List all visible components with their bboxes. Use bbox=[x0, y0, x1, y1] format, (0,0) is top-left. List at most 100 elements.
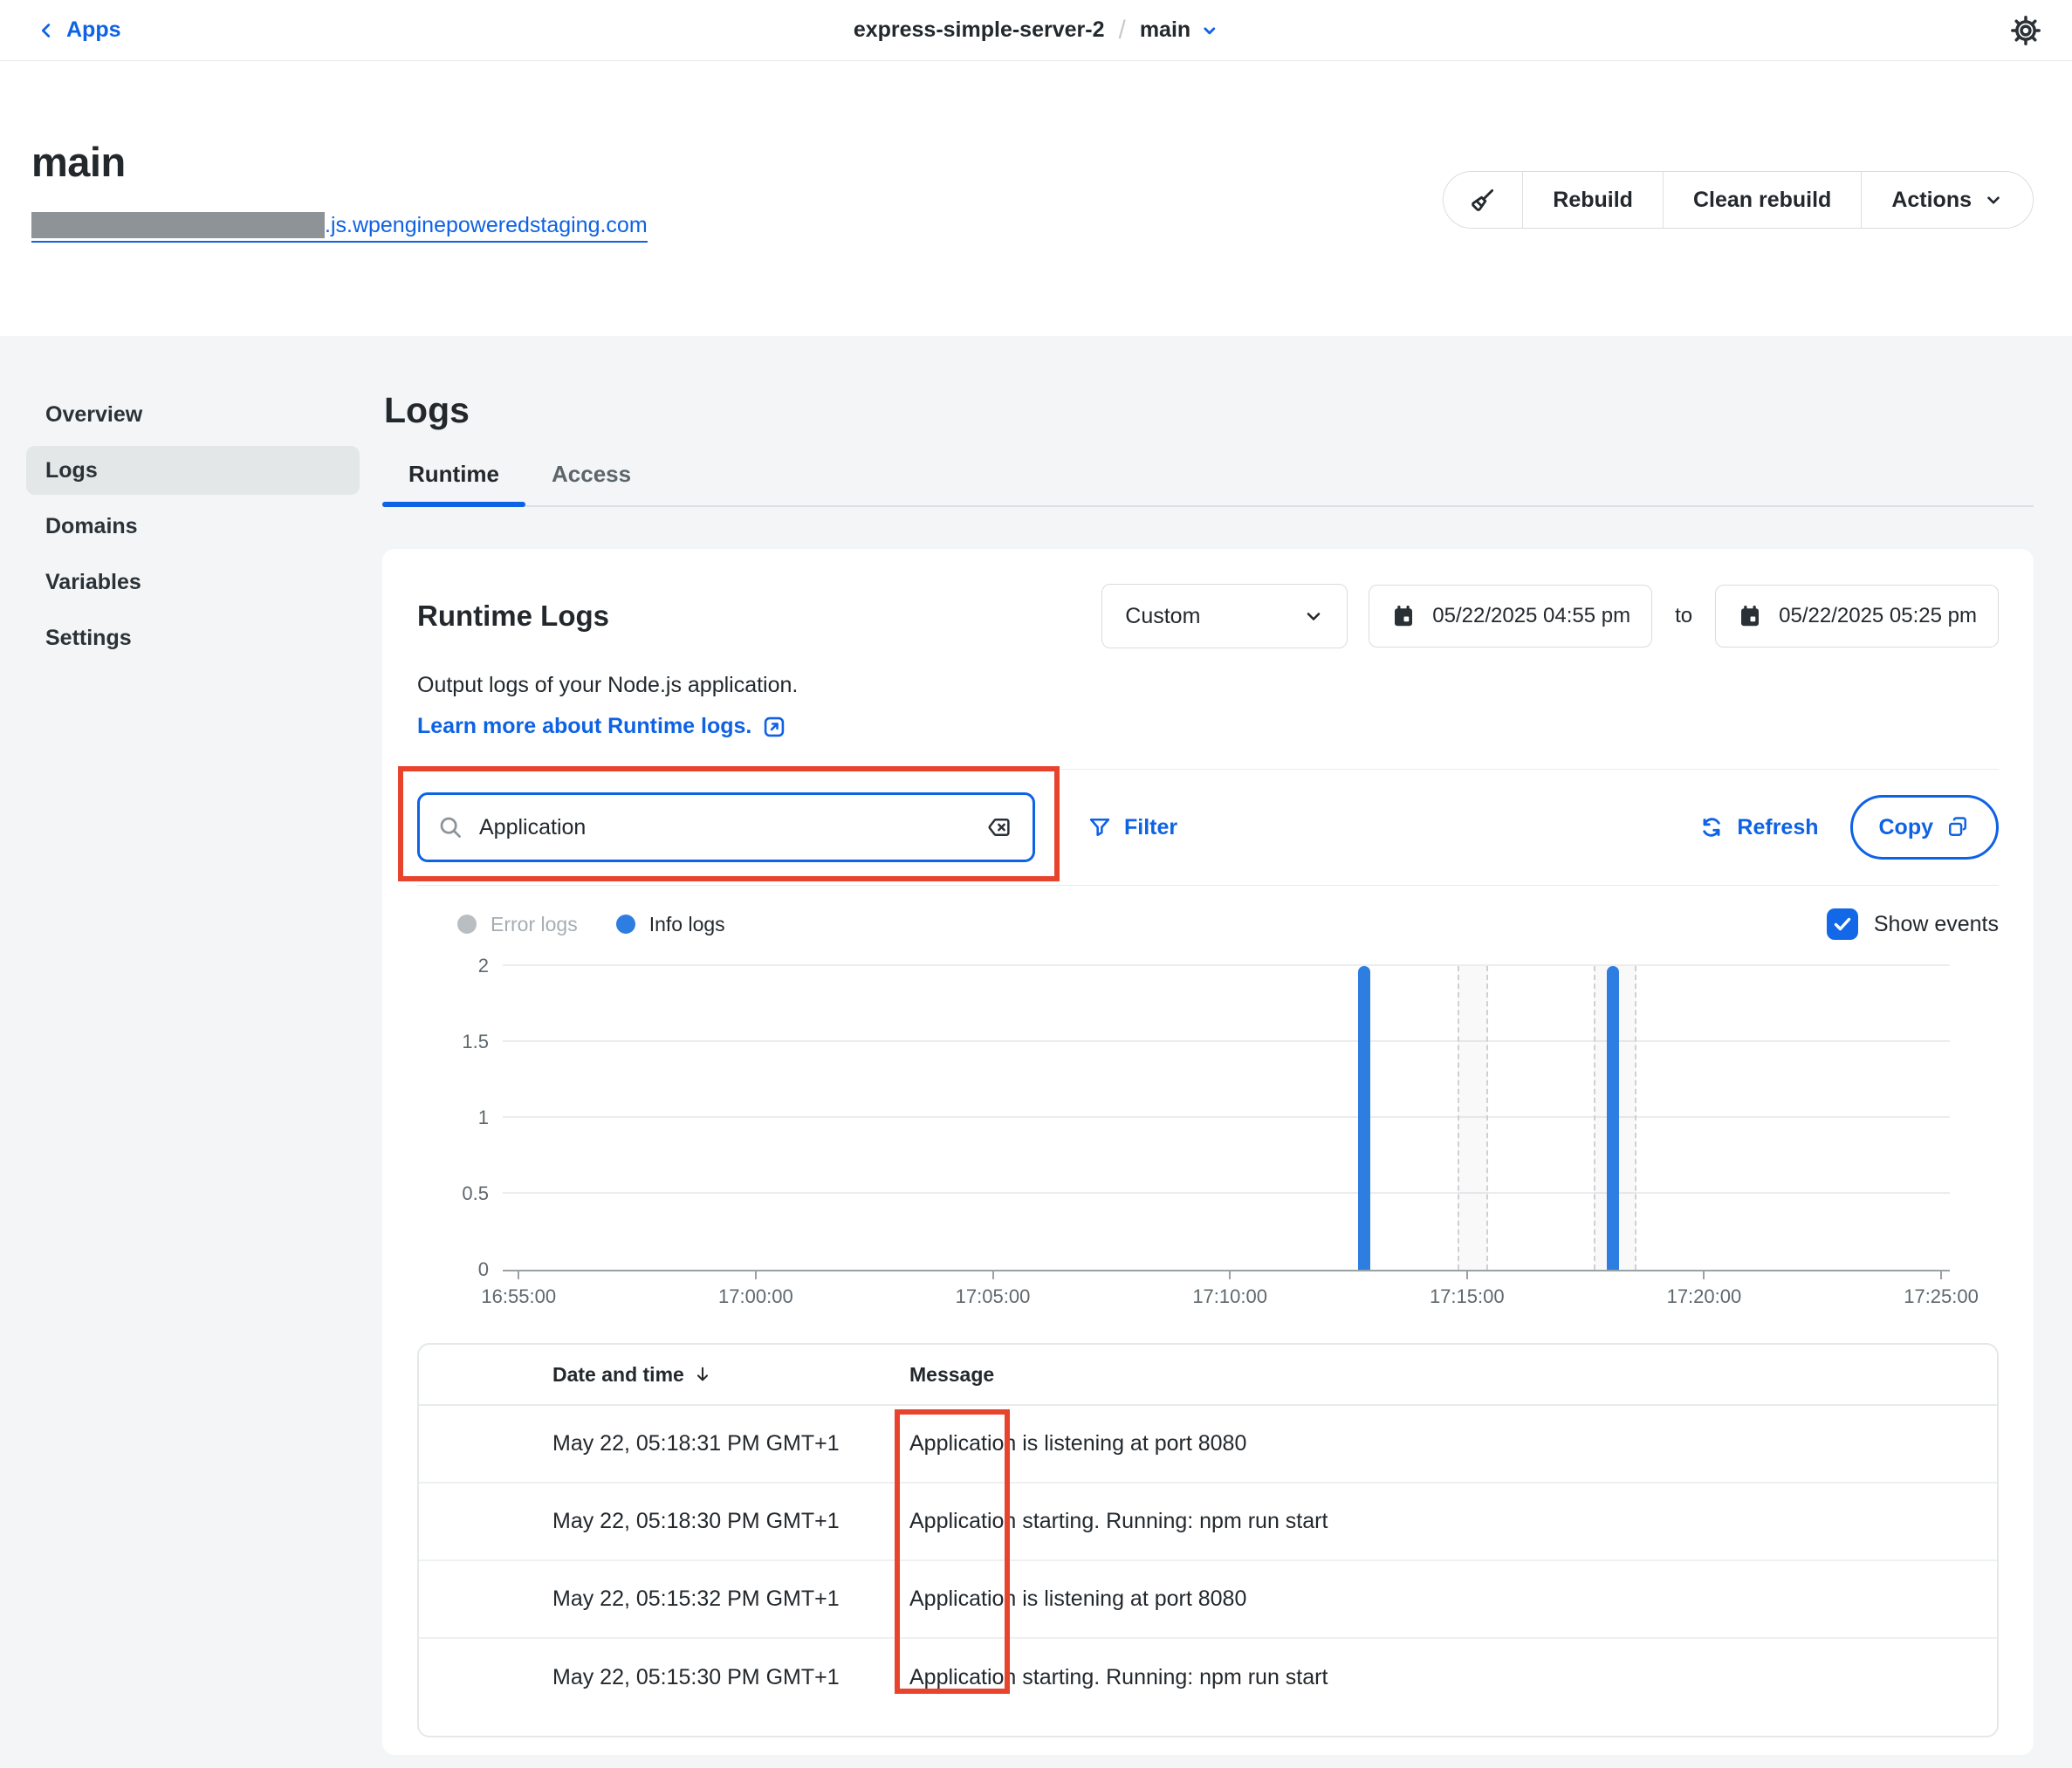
x-axis-tick-mark bbox=[1940, 1271, 1942, 1279]
sidebar-item-overview[interactable]: Overview bbox=[26, 390, 360, 439]
clean-cache-broom-button[interactable] bbox=[1444, 172, 1523, 228]
x-axis-tick-label: 16:55:00 bbox=[481, 1285, 556, 1308]
log-timestamp: May 22, 05:15:30 PM GMT+1 bbox=[552, 1665, 909, 1690]
date-from-value: 05/22/2025 04:55 pm bbox=[1432, 604, 1630, 628]
back-to-apps-link[interactable]: Apps bbox=[37, 17, 121, 43]
date-range-to-label: to bbox=[1675, 604, 1692, 628]
chevron-down-icon bbox=[1984, 190, 2003, 209]
header-actions-group: Rebuild Clean rebuild Actions bbox=[1443, 171, 2034, 229]
sidebar-item-logs[interactable]: Logs bbox=[26, 446, 360, 495]
breadcrumb-app-name[interactable]: express-simple-server-2 bbox=[854, 17, 1105, 43]
search-input[interactable]: Application bbox=[417, 792, 1035, 862]
log-message: Application is listening at port 8080 bbox=[909, 1431, 1246, 1456]
backspace-clear-icon bbox=[984, 814, 1015, 840]
sidebar-item-variables[interactable]: Variables bbox=[26, 558, 360, 606]
logs-chart: 00.511.52 16:55:0017:00:0017:05:0017:10:… bbox=[417, 966, 1999, 1320]
chevron-left-icon bbox=[37, 19, 56, 42]
table-row[interactable]: May 22, 05:15:32 PM GMT+1Application is … bbox=[419, 1561, 1997, 1639]
page-header: main .js.wpenginepoweredstaging.com Rebu… bbox=[0, 61, 2072, 336]
table-row[interactable]: May 22, 05:18:31 PM GMT+1Application is … bbox=[419, 1406, 1997, 1484]
log-timestamp: May 22, 05:15:32 PM GMT+1 bbox=[552, 1586, 909, 1612]
y-axis-tick-label: 1 bbox=[478, 1107, 489, 1129]
table-header-row: Date and time Message bbox=[419, 1345, 1997, 1406]
y-axis-tick-label: 0 bbox=[478, 1258, 489, 1281]
url-visible-text: .js.wpenginepoweredstaging.com bbox=[325, 213, 648, 238]
topbar: Apps express-simple-server-2 / main bbox=[0, 0, 2072, 61]
tab-runtime[interactable]: Runtime bbox=[382, 461, 525, 505]
info-logs-bar[interactable] bbox=[1607, 966, 1619, 1270]
rebuild-button[interactable]: Rebuild bbox=[1523, 172, 1664, 228]
log-message: Application is listening at port 8080 bbox=[909, 1586, 1246, 1612]
time-range-select[interactable]: Custom bbox=[1101, 584, 1348, 648]
x-axis-tick-label: 17:05:00 bbox=[956, 1285, 1031, 1308]
date-to-input[interactable]: 05/22/2025 05:25 pm bbox=[1715, 585, 1999, 648]
breadcrumb-separator: / bbox=[1118, 16, 1125, 45]
actions-label: Actions bbox=[1891, 188, 1972, 213]
panel-description: Output logs of your Node.js application. bbox=[417, 673, 1999, 698]
sort-descending-arrow-icon bbox=[693, 1364, 712, 1385]
learn-more-link[interactable]: Learn more about Runtime logs. bbox=[417, 714, 786, 739]
sidebar-item-domains[interactable]: Domains bbox=[26, 502, 360, 551]
back-label: Apps bbox=[66, 17, 121, 43]
table-body: May 22, 05:18:31 PM GMT+1Application is … bbox=[419, 1406, 1997, 1717]
chevron-down-icon bbox=[1303, 606, 1324, 627]
table-row[interactable]: May 22, 05:15:30 PM GMT+1Application sta… bbox=[419, 1639, 1997, 1717]
y-axis-tick-label: 0.5 bbox=[462, 1182, 489, 1205]
date-from-input[interactable]: 05/22/2025 04:55 pm bbox=[1369, 585, 1652, 648]
filter-button[interactable]: Filter bbox=[1082, 814, 1183, 841]
chart-gridline bbox=[503, 1192, 1950, 1194]
time-range-controls: Custom 05/22/2025 04:55 pm bbox=[1101, 584, 1999, 648]
x-axis-tick-mark bbox=[518, 1271, 519, 1279]
date-to-value: 05/22/2025 05:25 pm bbox=[1779, 604, 1977, 628]
environment-switcher[interactable]: main bbox=[1140, 17, 1218, 43]
x-axis-tick-label: 17:20:00 bbox=[1667, 1285, 1742, 1308]
chart-legend-row: Error logs Info logs Show events bbox=[417, 908, 1999, 940]
error-logs-label[interactable]: Error logs bbox=[491, 913, 578, 936]
x-axis-tick-mark bbox=[755, 1271, 757, 1279]
deploy-event-band bbox=[1458, 966, 1488, 1270]
info-logs-bar[interactable] bbox=[1358, 966, 1370, 1270]
info-logs-dot[interactable] bbox=[616, 915, 635, 934]
copy-label: Copy bbox=[1879, 815, 1934, 840]
column-header-date[interactable]: Date and time bbox=[552, 1363, 909, 1387]
log-timestamp: May 22, 05:18:30 PM GMT+1 bbox=[552, 1509, 909, 1534]
refresh-button[interactable]: Refresh bbox=[1693, 813, 1823, 841]
filter-label: Filter bbox=[1124, 815, 1177, 840]
error-logs-dot[interactable] bbox=[457, 915, 477, 934]
environment-url-link[interactable]: .js.wpenginepoweredstaging.com bbox=[31, 212, 648, 243]
content-area: OverviewLogsDomainsVariablesSettings Log… bbox=[0, 336, 2072, 1768]
chart-gridline bbox=[503, 964, 1950, 966]
refresh-icon bbox=[1698, 814, 1725, 840]
breadcrumb: express-simple-server-2 / main bbox=[854, 16, 1218, 45]
learn-more-label: Learn more about Runtime logs. bbox=[417, 714, 751, 739]
environment-name: main bbox=[1140, 17, 1190, 43]
copy-button[interactable]: Copy bbox=[1850, 795, 2000, 860]
sidebar-item-settings[interactable]: Settings bbox=[26, 613, 360, 662]
gear-icon bbox=[2009, 14, 2042, 47]
chevron-down-icon bbox=[1201, 22, 1218, 39]
clean-rebuild-button[interactable]: Clean rebuild bbox=[1664, 172, 1862, 228]
log-timestamp: May 22, 05:18:31 PM GMT+1 bbox=[552, 1431, 909, 1456]
chart-x-axis: 16:55:0017:00:0017:05:0017:10:0017:15:00… bbox=[503, 1271, 1950, 1320]
search-value: Application bbox=[479, 815, 968, 840]
settings-gear-button[interactable] bbox=[2006, 10, 2046, 51]
checkbox-checked-icon bbox=[1827, 908, 1858, 940]
table-row[interactable]: May 22, 05:18:30 PM GMT+1Application sta… bbox=[419, 1484, 1997, 1561]
funnel-filter-icon bbox=[1087, 815, 1112, 839]
search-icon bbox=[437, 814, 463, 840]
logs-table: Date and time Message May 22, 05:18:31 P… bbox=[417, 1343, 1999, 1737]
broom-icon bbox=[1468, 185, 1498, 215]
x-axis-tick-label: 17:00:00 bbox=[718, 1285, 793, 1308]
show-events-checkbox[interactable]: Show events bbox=[1827, 908, 1999, 940]
info-logs-label[interactable]: Info logs bbox=[649, 913, 725, 936]
log-message: Application starting. Running: npm run s… bbox=[909, 1509, 1328, 1534]
chart-gridline bbox=[503, 1116, 1950, 1118]
x-axis-tick-mark bbox=[1229, 1271, 1231, 1279]
column-header-message[interactable]: Message bbox=[909, 1363, 994, 1387]
refresh-label: Refresh bbox=[1737, 815, 1818, 840]
clear-search-button[interactable] bbox=[984, 814, 1015, 840]
actions-menu-button[interactable]: Actions bbox=[1862, 172, 2033, 228]
x-axis-tick-label: 17:10:00 bbox=[1192, 1285, 1267, 1308]
x-axis-tick-mark bbox=[992, 1271, 994, 1279]
tab-access[interactable]: Access bbox=[525, 461, 657, 505]
